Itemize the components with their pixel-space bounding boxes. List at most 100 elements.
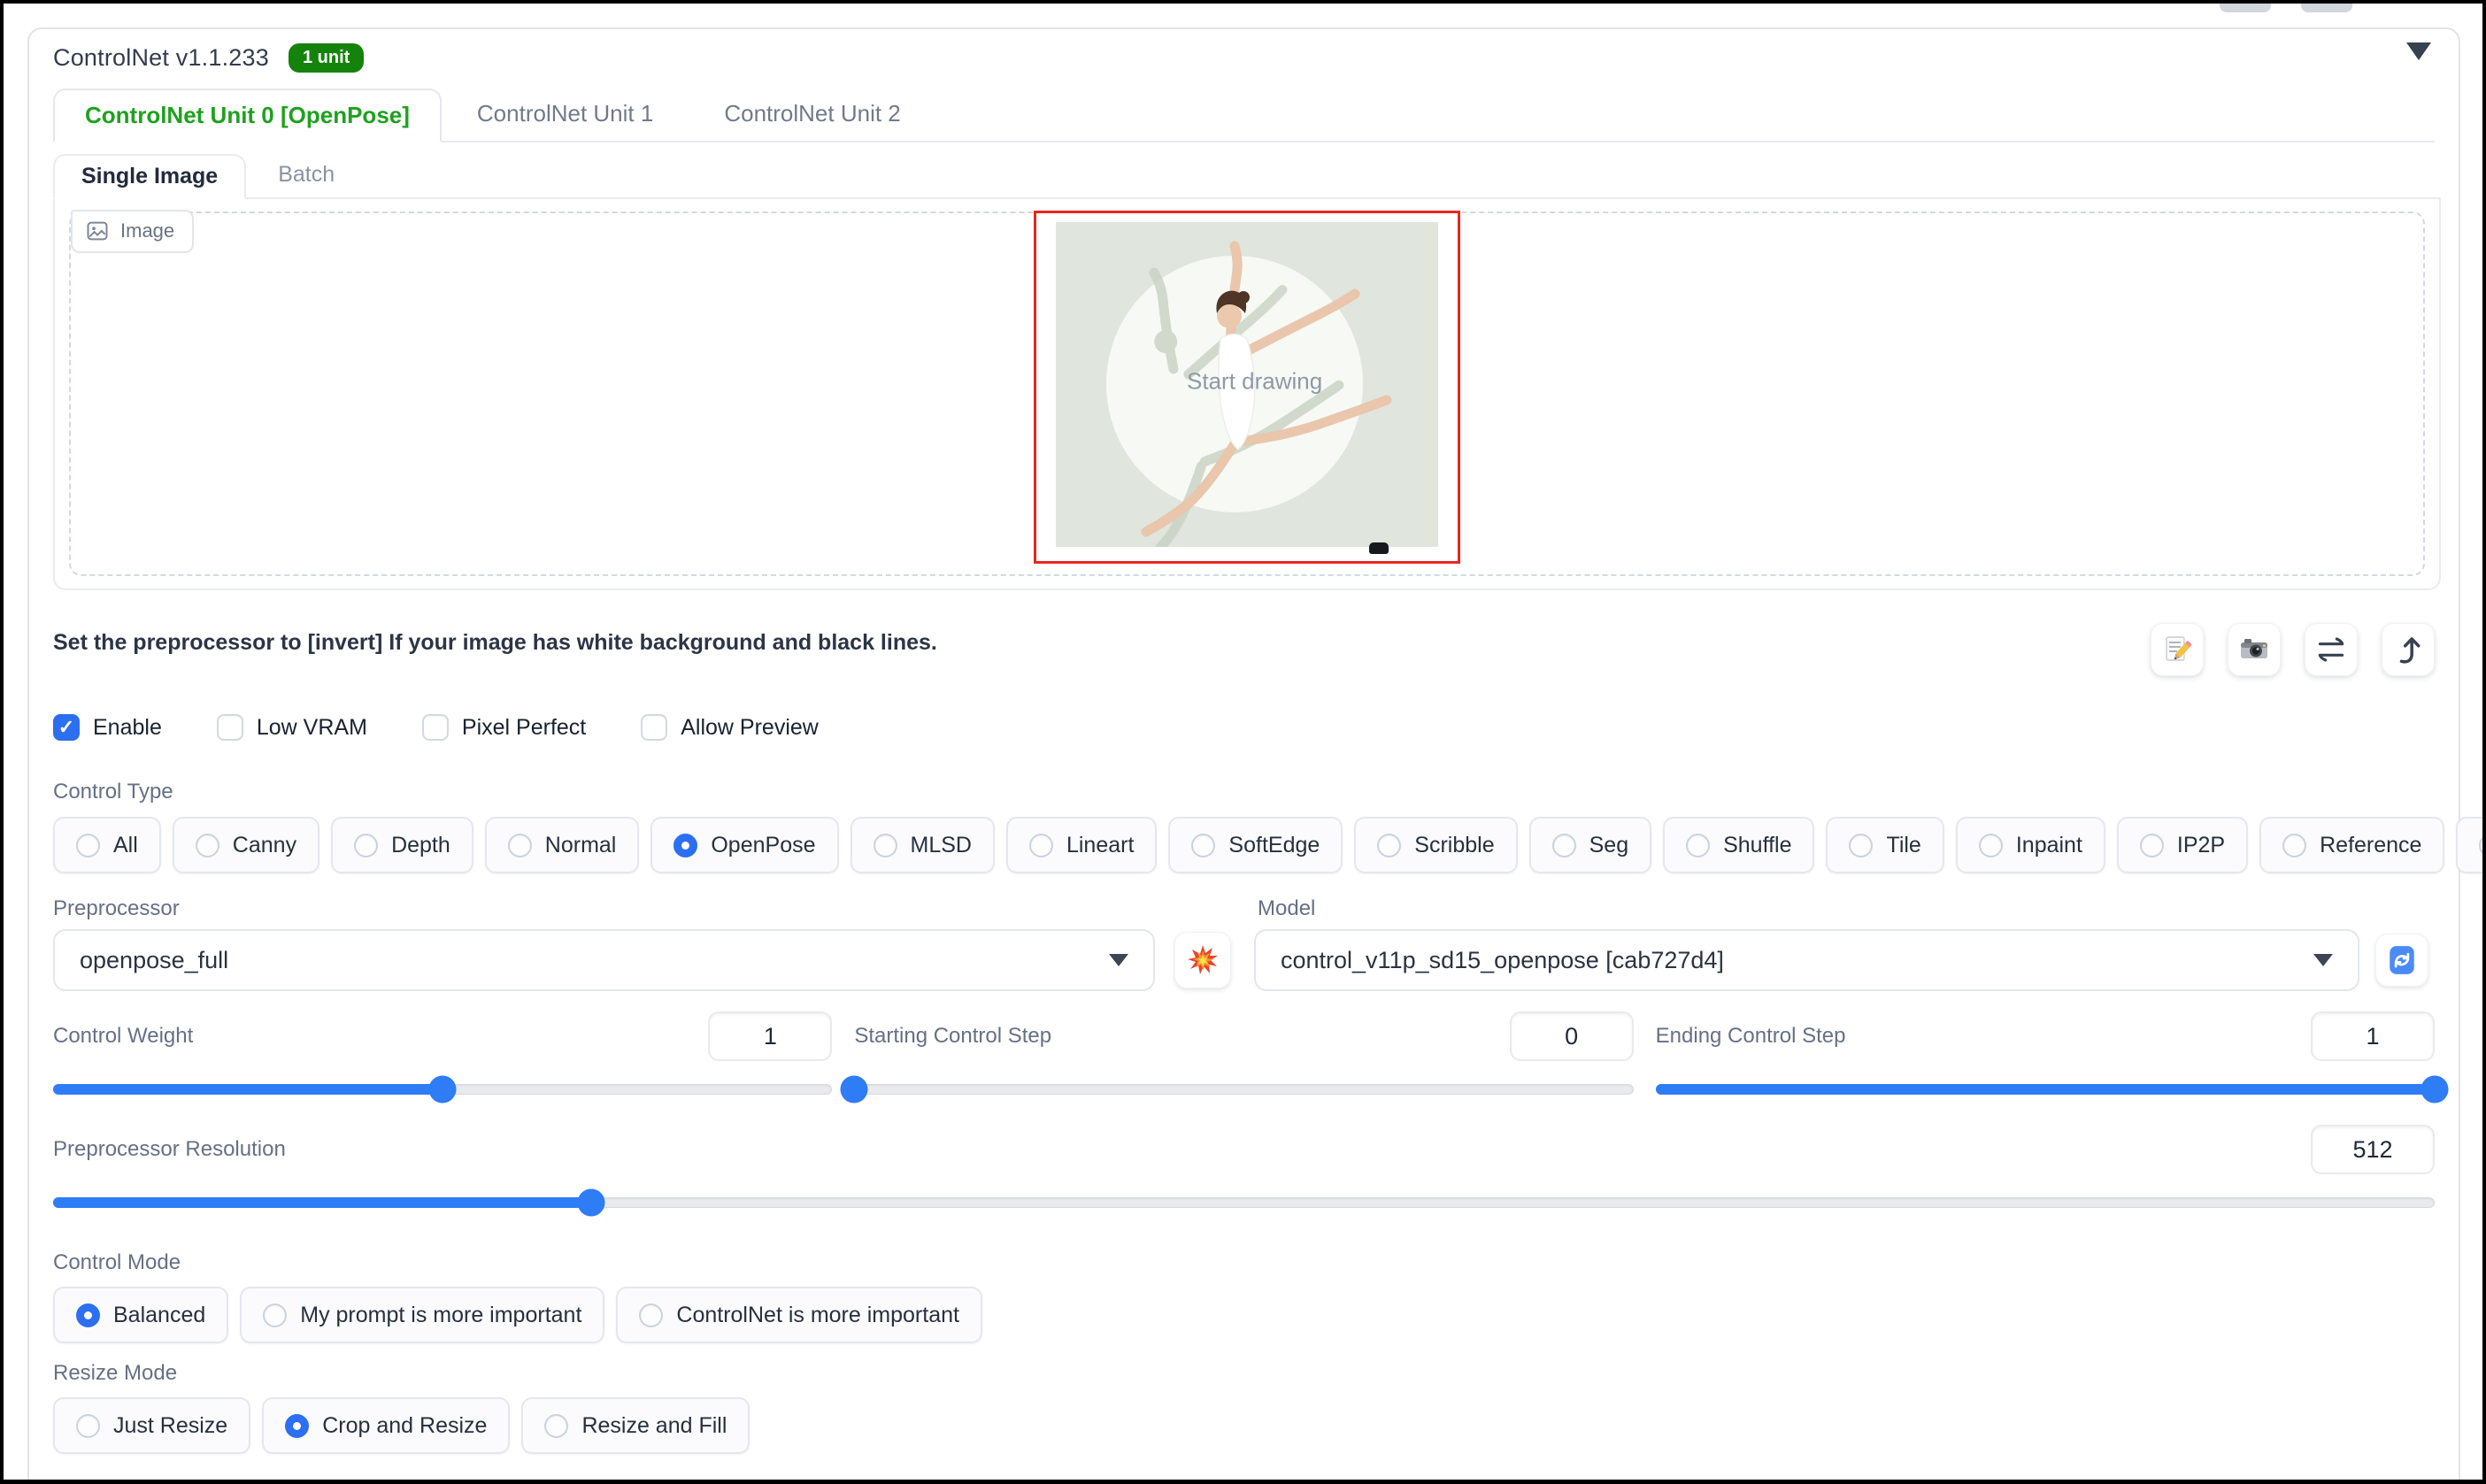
radio-circle[interactable] [1191, 833, 1216, 857]
radio-circle[interactable] [76, 833, 100, 857]
radio-normal[interactable]: Normal [484, 817, 640, 873]
ending-step-slider[interactable] [1655, 1075, 2449, 1103]
slider-handle[interactable] [577, 1188, 605, 1217]
radio-shuffle[interactable]: Shuffle [1663, 817, 1815, 873]
control-weight-slider[interactable] [53, 1075, 833, 1103]
slider-handle[interactable] [2421, 1075, 2449, 1103]
radio-label: SoftEdge [1228, 832, 1320, 857]
picture-icon [87, 221, 108, 241]
radio-openpose[interactable]: OpenPose [650, 817, 839, 873]
slider-handle[interactable] [840, 1075, 868, 1103]
tab-controlnet-unit-2[interactable]: ControlNet Unit 2 [689, 87, 935, 141]
tab-batch[interactable]: Batch [246, 152, 366, 197]
single-image-panel: Image Start drawing [53, 199, 2441, 590]
starting-step-slider[interactable] [840, 1075, 1634, 1103]
image-dropzone[interactable]: Image Start drawing [69, 210, 2425, 576]
radio-circle[interactable] [285, 1413, 310, 1438]
radio-just-resize[interactable]: Just Resize [53, 1397, 251, 1454]
radio-label: Just Resize [113, 1412, 228, 1438]
preprocessor-label: Preprocessor [53, 896, 180, 920]
radio-circle[interactable] [873, 833, 897, 857]
ending-step-label: Ending Control Step [1655, 1024, 1846, 1048]
radio-crop-and-resize[interactable]: Crop and Resize [262, 1397, 511, 1454]
radio-circle[interactable] [1686, 833, 1711, 857]
send-dimensions-button[interactable] [2382, 623, 2435, 676]
radio-lineart[interactable]: Lineart [1005, 817, 1158, 873]
radio-circle[interactable] [673, 833, 698, 857]
starting-step-input[interactable]: 0 [1509, 1011, 1634, 1061]
radio-tile[interactable]: Tile [1826, 817, 1944, 873]
radio-t2ia[interactable]: T2IA [2456, 817, 2482, 873]
checkbox-box[interactable] [53, 714, 80, 741]
checkbox-label: Enable [93, 714, 162, 740]
tab-controlnet-unit-1[interactable]: ControlNet Unit 1 [442, 87, 689, 141]
radio-circle[interactable] [1028, 833, 1053, 857]
radio-label: OpenPose [711, 832, 816, 857]
uploaded-image-frame[interactable]: Start drawing [1034, 211, 1460, 564]
resize-mode-label: Resize Mode [53, 1361, 178, 1385]
radio-circle[interactable] [354, 833, 379, 857]
checkbox-label: Low VRAM [256, 714, 367, 740]
enable-options-row: Enable Low VRAM Pixel Perfect Allow Preview [53, 714, 2435, 741]
webcam-button[interactable] [2228, 623, 2281, 676]
radio-seg[interactable]: Seg [1528, 817, 1652, 873]
radio-all[interactable]: All [53, 817, 161, 873]
ending-step-block: Ending Control Step 1 [1655, 1011, 2449, 1103]
preprocessor-select[interactable]: openpose_full [53, 929, 1155, 991]
checkbox-box[interactable] [421, 714, 449, 741]
radio-resize-and-fill[interactable]: Resize and Fill [521, 1397, 750, 1454]
radio-inpaint[interactable]: Inpaint [1955, 817, 2105, 873]
swap-dimensions-button[interactable] [2305, 623, 2358, 676]
camera-icon [2241, 639, 2267, 658]
radio-scribble[interactable]: Scribble [1354, 817, 1518, 873]
collapse-accordion-icon[interactable] [2406, 42, 2431, 60]
radio-depth[interactable]: Depth [331, 817, 473, 873]
preprocessor-value: openpose_full [80, 946, 229, 973]
dropdown-labels: Preprocessor Model [53, 896, 2435, 921]
control-weight-input[interactable]: 1 [708, 1011, 833, 1061]
resolution-slider[interactable] [53, 1188, 2435, 1217]
slider-handle[interactable] [428, 1075, 457, 1103]
radio-reference[interactable]: Reference [2259, 817, 2445, 873]
control-type-options: All Canny Depth Normal OpenPose MLSD Lineart So… [53, 817, 2482, 873]
radio-softedge[interactable]: SoftEdge [1168, 817, 1343, 873]
run-preprocessor-button[interactable] [1174, 932, 1231, 988]
radio-canny[interactable]: Canny [172, 817, 320, 873]
radio-circle[interactable] [2282, 833, 2307, 857]
tab-controlnet-unit-0[interactable]: ControlNet Unit 0 [OpenPose] [53, 88, 442, 142]
radio-mlsd[interactable]: MLSD [850, 817, 995, 873]
control-mode-label: Control Mode [53, 1250, 181, 1274]
editor-pen-icon[interactable] [1369, 542, 1389, 554]
radio-circle[interactable] [1377, 833, 1402, 857]
radio-circle[interactable] [507, 833, 532, 857]
radio-circle[interactable] [2479, 833, 2482, 857]
radio-circle[interactable] [76, 1413, 100, 1438]
checkbox-allow-preview[interactable]: Allow Preview [641, 714, 819, 741]
radio-circle[interactable] [263, 1303, 288, 1327]
radio-circle[interactable] [2139, 833, 2164, 857]
open-sketch-button[interactable] [2151, 623, 2204, 676]
radio-circle[interactable] [1551, 833, 1576, 857]
radio-circle[interactable] [1849, 833, 1874, 857]
resolution-input[interactable]: 512 [2311, 1125, 2435, 1174]
radio-circle[interactable] [639, 1303, 664, 1327]
radio-circle[interactable] [1978, 833, 2003, 857]
checkbox-low-vram[interactable]: Low VRAM [216, 714, 367, 741]
refresh-models-button[interactable] [2375, 934, 2428, 987]
checkbox-box[interactable] [216, 714, 243, 741]
radio-balanced[interactable]: Balanced [53, 1287, 229, 1343]
checkbox-pixel-perfect[interactable]: Pixel Perfect [421, 714, 586, 741]
radio-controlnet-is-more-important[interactable]: ControlNet is more important [616, 1287, 982, 1343]
radio-label: Balanced [113, 1302, 206, 1327]
radio-circle[interactable] [544, 1413, 569, 1438]
control-type-label: Control Type [53, 780, 173, 804]
tab-single-image[interactable]: Single Image [53, 154, 247, 199]
checkbox-box[interactable] [641, 714, 668, 741]
model-select[interactable]: control_v11p_sd15_openpose [cab727d4] [1254, 929, 2359, 991]
radio-my-prompt-is-more-important[interactable]: My prompt is more important [240, 1287, 605, 1343]
radio-circle[interactable] [76, 1303, 100, 1327]
ending-step-input[interactable]: 1 [2310, 1011, 2435, 1061]
radio-circle[interactable] [195, 833, 219, 857]
checkbox-enable[interactable]: Enable [53, 714, 162, 741]
radio-ip2p[interactable]: IP2P [2116, 817, 2249, 873]
